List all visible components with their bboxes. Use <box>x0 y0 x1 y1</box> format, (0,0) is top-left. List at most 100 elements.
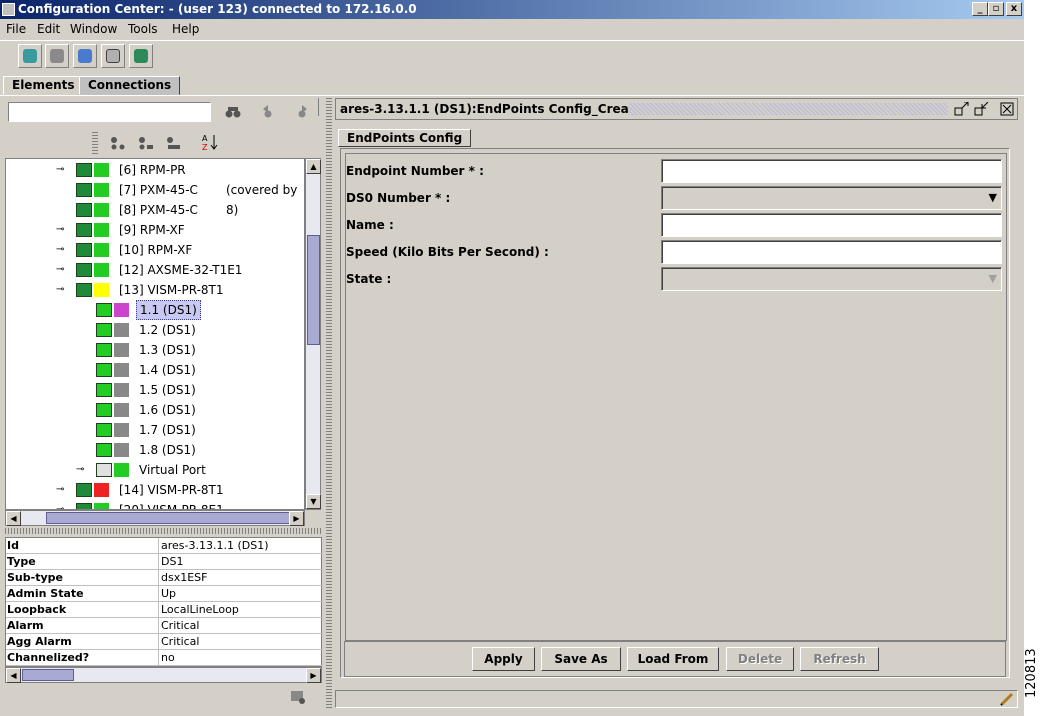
scroll-right-button[interactable]: ▶ <box>289 511 304 526</box>
menu-file[interactable]: File <box>6 22 26 36</box>
tree-node[interactable]: [8] PXM-45-C <box>6 200 304 220</box>
tree-expander-icon[interactable]: ⊸ <box>56 260 64 280</box>
filter-tree-icon[interactable] <box>166 136 182 150</box>
apply-button[interactable]: Apply <box>472 647 535 671</box>
collapse-tree-icon[interactable] <box>138 136 154 150</box>
refresh-button[interactable]: Refresh <box>800 647 879 671</box>
tree-node[interactable]: 1.1 (DS1) <box>6 300 304 320</box>
tree-expander-icon[interactable]: ⊸ <box>56 240 64 260</box>
name-field[interactable] <box>661 213 1002 237</box>
endpoint-number-field[interactable] <box>661 159 1002 183</box>
state-select[interactable]: ▼ <box>661 267 1002 291</box>
scroll-left-button[interactable]: ◀ <box>6 511 21 526</box>
tree-node[interactable]: 1.6 (DS1) <box>6 400 304 420</box>
scroll-thumb[interactable] <box>307 235 320 345</box>
ds0-number-label: DS0 Number * : <box>346 191 451 205</box>
property-row: Admin State Up <box>6 586 323 602</box>
load-from-button[interactable]: Load From <box>627 647 719 671</box>
menu-help[interactable]: Help <box>172 22 199 36</box>
vertical-splitter[interactable] <box>326 98 332 710</box>
tree-node-label: [12] AXSME-32-T1E1 <box>119 263 243 277</box>
search-input[interactable] <box>8 102 211 122</box>
minimize-button[interactable]: _ <box>972 2 988 16</box>
tree-node[interactable]: 1.7 (DS1) <box>6 420 304 440</box>
status-indicator <box>114 343 129 357</box>
expand-tree-icon[interactable] <box>110 136 126 150</box>
props-horizontal-scrollbar[interactable]: ◀ ▶ <box>5 667 322 683</box>
tree-expander-icon[interactable]: ⊸ <box>56 280 64 300</box>
tree-node[interactable]: 1.4 (DS1) <box>6 360 304 380</box>
svg-text:Z: Z <box>202 143 208 151</box>
connect-tool-button[interactable] <box>45 44 69 68</box>
tree-horizontal-scrollbar[interactable]: ◀ ▶ <box>5 510 305 526</box>
state-chevron-down-icon: ▼ <box>988 272 997 285</box>
shield-tool-button[interactable] <box>73 44 97 68</box>
restore-button[interactable]: ▫ <box>988 2 1004 16</box>
tree-expander-icon[interactable]: ⊸ <box>76 460 84 480</box>
close-button[interactable]: x <box>1006 2 1022 16</box>
drag-handle[interactable] <box>92 132 98 154</box>
status-indicator <box>114 463 129 477</box>
speed-field[interactable] <box>661 240 1002 264</box>
find-next-icon[interactable] <box>294 105 310 119</box>
tree-expander-icon[interactable]: ⊸ <box>56 160 64 180</box>
save-as-button[interactable]: Save As <box>541 647 621 671</box>
tree-node[interactable]: ⊸ [14] VISM-PR-8T1 <box>6 480 304 500</box>
tree-expander-icon[interactable]: ⊸ <box>56 480 64 500</box>
menu-tools[interactable]: Tools <box>128 22 158 36</box>
close-icon[interactable] <box>1000 102 1016 116</box>
scroll-thumb-horizontal[interactable] <box>46 512 296 524</box>
sort-az-icon[interactable]: AZ <box>202 133 218 152</box>
tree-node[interactable]: 1.5 (DS1) <box>6 380 304 400</box>
line-icon <box>96 343 112 357</box>
tree-node[interactable]: ⊸ [20] VISM-PR-8E1 <box>6 500 304 509</box>
undock-icon[interactable] <box>954 101 970 116</box>
status-indicator <box>114 383 129 397</box>
dock-icon[interactable] <box>974 101 990 116</box>
tree-node[interactable]: ⊸ [6] RPM-PR <box>6 160 304 180</box>
delete-button[interactable]: Delete <box>726 647 794 671</box>
tree-vertical-scrollbar[interactable]: ▲ ▼ <box>305 158 321 510</box>
panel-collapse-arrow[interactable] <box>318 98 322 116</box>
cube-tool-button[interactable] <box>18 44 42 68</box>
tab-elements[interactable]: Elements <box>3 76 84 95</box>
tree-node[interactable]: ⊸ [12] AXSME-32-T1E1 <box>6 260 304 280</box>
tree-node[interactable]: ⊸ [10] RPM-XF <box>6 240 304 260</box>
tree-node[interactable]: ⊸ [9] RPM-XF <box>6 220 304 240</box>
scroll-up-button[interactable]: ▲ <box>306 159 321 174</box>
tree-node-label: [14] VISM-PR-8T1 <box>119 483 224 497</box>
tree-expander-icon[interactable]: ⊸ <box>56 220 64 240</box>
status-indicator <box>94 283 109 297</box>
tab-connections[interactable]: Connections <box>79 76 181 95</box>
find-previous-icon[interactable] <box>260 105 276 119</box>
line-icon <box>96 303 112 317</box>
props-scroll-thumb[interactable] <box>22 669 74 681</box>
status-indicator <box>94 263 109 277</box>
tree-node[interactable]: 1.3 (DS1) <box>6 340 304 360</box>
tree-node[interactable]: ⊸ Virtual Port <box>6 460 304 480</box>
ds0-number-select[interactable]: ▼ <box>661 186 1002 210</box>
tab-endpoints-config[interactable]: EndPoints Config <box>338 129 472 147</box>
copy-tool-button[interactable] <box>101 44 125 68</box>
menu-edit[interactable]: Edit <box>37 22 60 36</box>
cube-icon <box>23 49 37 63</box>
binoculars-icon[interactable] <box>225 105 241 119</box>
tree-node[interactable]: ⊸ [13] VISM-PR-8T1 <box>6 280 304 300</box>
card-icon <box>76 203 92 217</box>
card-tool-button[interactable] <box>129 44 153 68</box>
tree-node-label: 1.2 (DS1) <box>139 323 196 337</box>
scroll-down-button[interactable]: ▼ <box>306 494 321 509</box>
tree-node[interactable]: 1.8 (DS1) <box>6 440 304 460</box>
horizontal-splitter[interactable] <box>5 528 322 534</box>
status-network-icon <box>290 690 306 704</box>
props-scroll-right-button[interactable]: ▶ <box>306 668 321 683</box>
menu-window[interactable]: Window <box>70 22 117 36</box>
element-tree[interactable]: ⊸ [6] RPM-PR [7] PXM-45-C (covered by 8) [8]… <box>5 158 305 510</box>
props-scroll-left-button[interactable]: ◀ <box>6 668 21 683</box>
pencil-icon[interactable] <box>1000 692 1016 706</box>
line-icon <box>96 403 112 417</box>
status-indicator <box>114 303 129 317</box>
tree-node[interactable]: [7] PXM-45-C (covered by 8) <box>6 180 304 217</box>
tree-expander-icon[interactable]: ⊸ <box>56 500 64 509</box>
tree-node[interactable]: 1.2 (DS1) <box>6 320 304 340</box>
